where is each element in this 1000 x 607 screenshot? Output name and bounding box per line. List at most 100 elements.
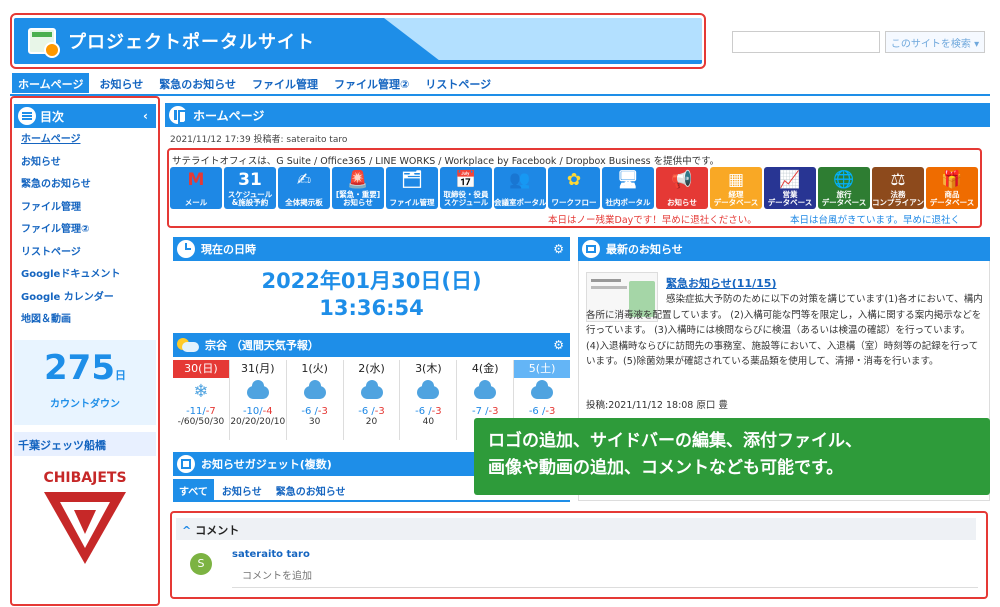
cloud-shape <box>303 380 326 399</box>
sidebar-item[interactable]: 地図＆動画 <box>21 312 151 335</box>
app-label-line2: お知らせ <box>667 198 697 207</box>
cloud-icon <box>287 378 343 406</box>
temp-high: -7 <box>205 406 216 417</box>
snow-icon: ❄ <box>193 381 209 402</box>
weather-day-label: 2(水) <box>358 362 385 375</box>
gadget-tab[interactable]: お知らせ <box>216 479 268 502</box>
accounting-icon: ▦ <box>727 170 745 190</box>
sidebar-item[interactable]: 緊急のお知らせ <box>21 177 151 200</box>
home-page-icon <box>169 106 187 124</box>
weather-day: 3(木) -6 /-3 40 <box>400 360 458 440</box>
temp-low: -6 / <box>301 406 318 417</box>
weather-day: 31(月) -10/-4 20/20/20/10 <box>230 360 287 440</box>
sidebar-item[interactable]: ホームページ <box>21 132 151 155</box>
app-tile[interactable]: 📅 取締役・役員 スケジュール <box>440 167 492 209</box>
gear-icon[interactable]: ⚙ <box>553 338 564 352</box>
app-label-line2: 会議室ポータル <box>494 198 546 207</box>
app-label: [緊急・重要] お知らせ <box>332 191 384 207</box>
sidebar-item[interactable]: Google カレンダー <box>21 290 151 313</box>
nav-tab[interactable]: ファイル管理 <box>246 73 324 93</box>
weather-day-label: 1(火) <box>301 362 328 375</box>
comment-input[interactable] <box>232 566 978 588</box>
file-icon: 🗂 <box>401 170 423 190</box>
board-icon: ✍ <box>296 170 312 190</box>
site-search-button[interactable]: このサイトを検索 ▾ <box>885 31 985 53</box>
rain-chance: 30 <box>308 417 321 427</box>
app-label: お知らせ <box>656 199 708 207</box>
news-icon <box>582 240 600 258</box>
temp-low: -6 / <box>528 406 546 417</box>
sidebar-item[interactable]: お知らせ <box>21 155 151 178</box>
sidebar-item[interactable]: Googleドキュメント <box>21 267 151 290</box>
gadget-tab[interactable]: すべて <box>173 479 214 502</box>
app-label-line2: データベース <box>767 198 813 207</box>
sidebar-item[interactable]: ファイル管理② <box>21 222 151 245</box>
gear-icon[interactable]: ⚙ <box>553 242 564 256</box>
nav-tab[interactable]: リストページ <box>419 73 497 93</box>
app-tile[interactable]: 👥 会議室ポータル <box>494 167 546 209</box>
app-tile[interactable]: ▦ 経理 データベース <box>710 167 762 209</box>
weather-day: 30(日) ❄ -11/-7 -/60/50/30 <box>173 360 230 440</box>
nav-tab[interactable]: お知らせ <box>93 73 149 93</box>
post-meta: 2021/11/12 17:39 投稿者: sateraito taro <box>170 135 348 145</box>
cloud-shape <box>531 380 554 399</box>
app-tile[interactable]: M メール <box>170 167 222 209</box>
collapse-chevron-icon[interactable]: ‹ <box>143 109 148 123</box>
app-tile[interactable]: 🚨 [緊急・重要] お知らせ <box>332 167 384 209</box>
chibajets-logo-text: CHIBAJETS <box>43 470 126 486</box>
cloud-shape <box>474 380 497 399</box>
rain-chance: 20/20/20/10 <box>230 417 286 427</box>
app-label: 法務コンプライアンス <box>872 191 924 207</box>
search-input[interactable] <box>732 31 880 53</box>
weather-day: 2(水) -6 /-3 20 <box>344 360 401 440</box>
menu-icon <box>18 107 36 125</box>
site-title[interactable]: プロジェクトポータルサイト <box>68 28 315 54</box>
sidebar-item[interactable]: ファイル管理 <box>21 200 151 223</box>
app-label-line2: スケジュール <box>443 198 489 207</box>
app-tile[interactable]: 31 スケジュール &施設予約 <box>224 167 276 209</box>
site-banner[interactable]: プロジェクトポータルサイト <box>14 18 702 64</box>
chevron-up-icon[interactable]: ^ <box>182 524 191 537</box>
app-tile[interactable]: ✍ 全体掲示板 <box>278 167 330 209</box>
sidebar-header: 目次 ‹ <box>14 104 156 128</box>
app-label-line2: コンプライアンス <box>872 198 924 207</box>
news-item-link[interactable]: 緊急お知らせ(11/15) <box>666 275 776 291</box>
weather-temp: -11/-7 <box>173 406 229 417</box>
app-tile[interactable]: ✿ ワークフロー <box>548 167 600 209</box>
nav-tab[interactable]: ホームページ <box>12 73 90 93</box>
app-tile[interactable]: 🌐 旅行 データベース <box>818 167 870 209</box>
app-label: 経理 データベース <box>710 191 762 207</box>
site-logo-icon <box>28 28 60 58</box>
datetime-header: 現在の日時 ⚙ <box>173 237 570 261</box>
apps-intro: サテライトオフィスは、G Suite / Office365 / LINE WO… <box>172 156 720 167</box>
app-tile[interactable]: 🎁 商品 データベース <box>926 167 978 209</box>
app-tile[interactable]: ⚖法務コンプライアンス <box>872 167 924 209</box>
app-tile[interactable]: 🖥 社内ポータル <box>602 167 654 209</box>
temp-high: -3 <box>374 406 385 417</box>
nav-tab[interactable]: 緊急のお知らせ <box>153 73 242 93</box>
comment-user[interactable]: sateraito taro <box>232 549 310 560</box>
comment-header[interactable]: ^ コメント <box>176 518 976 540</box>
rain-chance: 20 <box>365 417 378 427</box>
nav-tab[interactable]: ファイル管理② <box>328 73 415 93</box>
rain-chance: -/60/50/30 <box>177 417 225 427</box>
cloud-shape <box>246 380 269 399</box>
gmail-icon: M <box>187 170 205 190</box>
sidebar-item[interactable]: リストページ <box>21 245 151 268</box>
app-tile[interactable]: 🗂 ファイル管理 <box>386 167 438 209</box>
thumbnail-line <box>591 286 627 289</box>
news-item-posted: 投稿:2021/11/12 18:08 原口 豊 <box>586 400 728 411</box>
weather-day-label: 30(日) <box>173 360 229 378</box>
temp-high: -3 <box>545 406 556 417</box>
app-tile[interactable]: 📈 営業 データベース <box>764 167 816 209</box>
app-label: 商品 データベース <box>926 191 978 207</box>
weather-day-label: 4(金) <box>471 362 499 375</box>
alarm-icon: 🚨 <box>347 170 369 190</box>
app-tile[interactable]: 📢 お知らせ <box>656 167 708 209</box>
weather-day: 1(火) -6 /-3 30 <box>287 360 344 440</box>
chibajets-logo[interactable]: CHIBAJETS <box>30 460 140 570</box>
app-label-line2: データベース <box>929 198 975 207</box>
page-title: ホームページ <box>193 108 265 123</box>
temp-high: -3 <box>431 406 442 417</box>
gadget-tab[interactable]: 緊急のお知らせ <box>270 479 352 502</box>
